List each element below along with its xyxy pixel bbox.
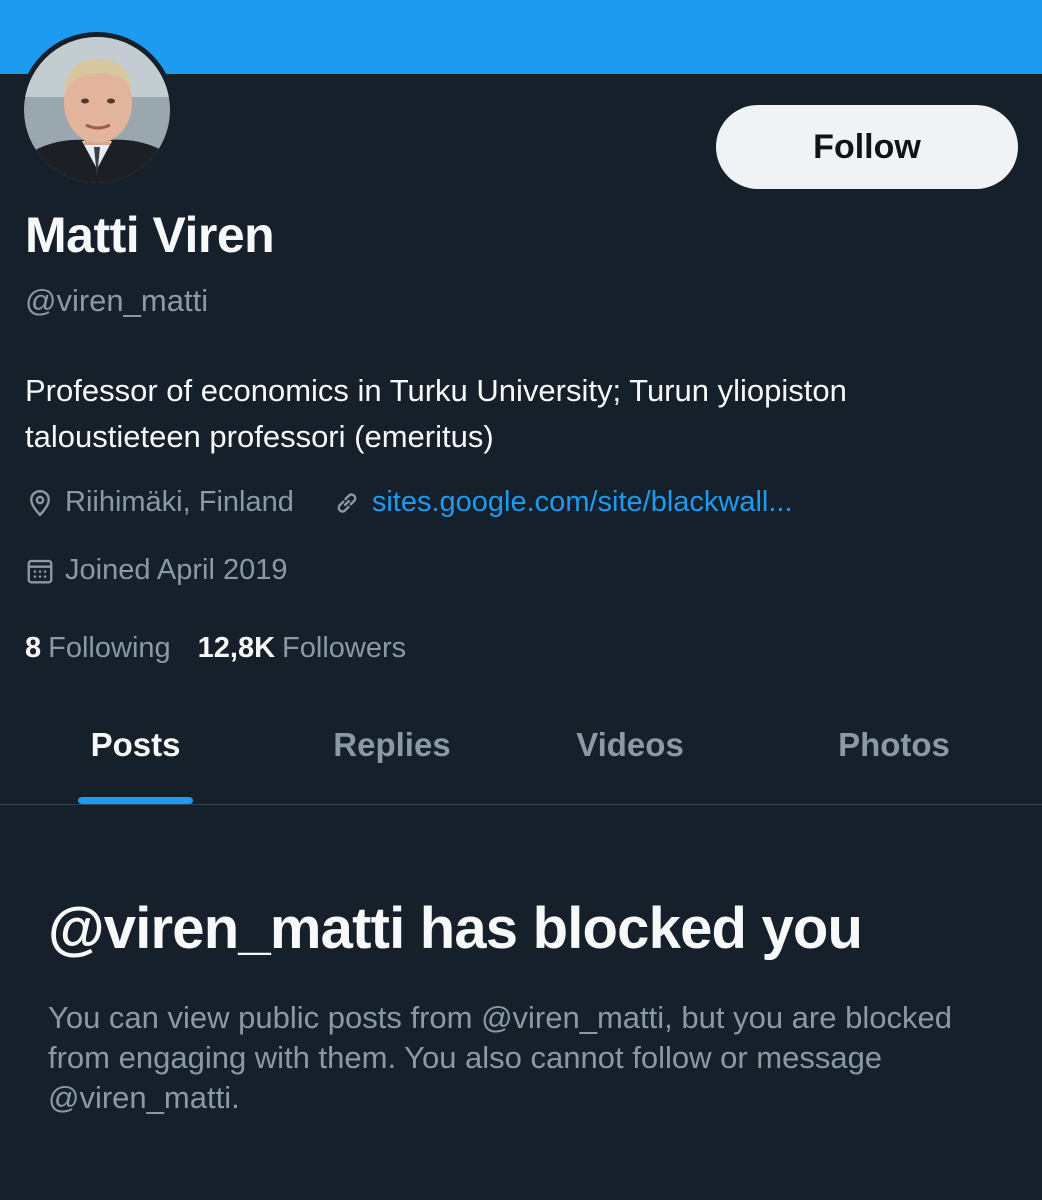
profile-bio: Professor of economics in Turku Universi…	[25, 373, 847, 454]
active-tab-indicator	[78, 797, 193, 804]
tab-videos[interactable]: Videos	[555, 690, 705, 804]
profile-handle: @viren_matti	[25, 283, 209, 318]
profile-meta-row: Riihimäki, Finland sites.google.com/site…	[25, 486, 793, 519]
profile-website-link[interactable]: sites.google.com/site/blackwall...	[372, 486, 793, 519]
profile-tabs: Posts Replies Videos Photos	[0, 690, 1042, 805]
location-pin-icon	[25, 488, 55, 518]
calendar-icon	[25, 556, 55, 586]
followers-link[interactable]: 12,8K Followers	[198, 632, 406, 665]
follow-counts: 8 Following 12,8K Followers	[25, 632, 406, 665]
following-link[interactable]: 8 Following	[25, 632, 171, 665]
profile-joined-date: Joined April 2019	[65, 554, 288, 586]
link-icon	[332, 488, 362, 518]
followers-count: 12,8K	[197, 632, 276, 664]
follow-button[interactable]: Follow	[716, 105, 1018, 189]
tab-videos-label: Videos	[576, 726, 684, 763]
followers-label: Followers	[282, 632, 407, 664]
tab-replies[interactable]: Replies	[310, 690, 474, 804]
blocked-title: @viren_matti has blocked you	[48, 896, 863, 961]
profile-location: Riihimäki, Finland	[65, 486, 294, 518]
profile-joined-row: Joined April 2019	[25, 554, 288, 587]
profile-name: Matti Viren	[25, 207, 275, 263]
tab-replies-label: Replies	[333, 726, 451, 763]
tab-photos-label: Photos	[838, 726, 950, 763]
following-count: 8	[25, 632, 42, 664]
avatar-photo	[24, 37, 170, 183]
blocked-message: You can view public posts from @viren_ma…	[48, 1000, 952, 1115]
tab-posts-label: Posts	[90, 726, 181, 763]
tab-photos[interactable]: Photos	[820, 690, 968, 804]
following-label: Following	[48, 632, 171, 664]
tab-posts[interactable]: Posts	[78, 690, 193, 804]
avatar[interactable]	[19, 32, 175, 188]
